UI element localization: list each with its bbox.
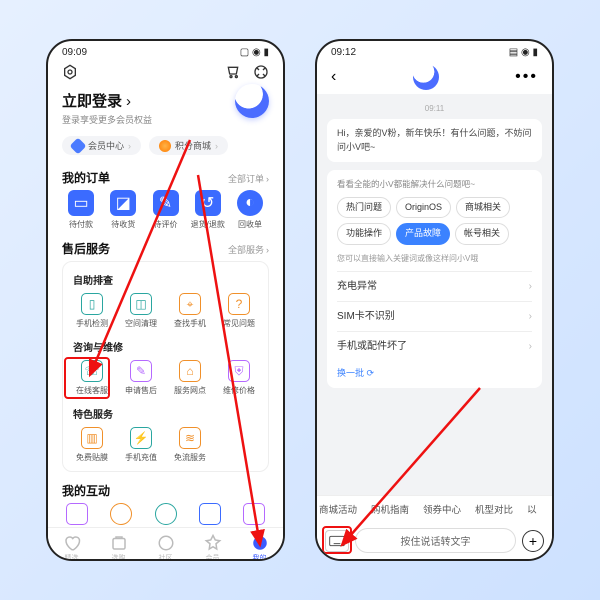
interact-2[interactable] xyxy=(110,503,132,525)
bottom-nav: 精选 选购 社区 会员 我的 xyxy=(48,527,283,561)
status-icons: ▤ ◉ ▮ xyxy=(509,47,538,58)
nav-member[interactable]: 会员 xyxy=(204,534,222,561)
tag-compare[interactable]: 机型对比 xyxy=(475,502,513,516)
phone-chat: 09:12 ▤ ◉ ▮ ‹ ••• 09:11 Hi，亲爱的V粉，新年快乐！有什… xyxy=(315,39,554,561)
tag-more[interactable]: 以 xyxy=(527,502,537,516)
orders-all[interactable]: 全部订单 xyxy=(228,172,269,185)
repair-price[interactable]: ⛨维修价格 xyxy=(220,360,258,396)
order-pay[interactable]: ▭待付款 xyxy=(62,190,100,230)
login-block[interactable]: 立即登录 登录享受更多会员权益 xyxy=(48,84,283,130)
hold-to-talk[interactable]: 按住说话转文字 xyxy=(355,528,516,553)
online-service[interactable]: ☏在线客服 xyxy=(73,360,111,396)
pill-member[interactable]: 会员中心› xyxy=(62,136,141,155)
more-icon[interactable]: ••• xyxy=(515,68,538,86)
self-detect[interactable]: ▯手机检测 xyxy=(73,293,111,329)
status-time: 09:09 xyxy=(62,47,87,58)
status-icons: ▢ ◉ ▮ xyxy=(240,47,269,58)
greeting-bubble: Hi，亲爱的V粉，新年快乐！有什么问题，不妨问问小V吧~ xyxy=(327,119,542,162)
support-icon[interactable] xyxy=(253,64,269,80)
avatar[interactable] xyxy=(235,84,269,118)
settings-icon[interactable] xyxy=(62,64,78,80)
nav-shop[interactable]: 选购 xyxy=(110,534,128,561)
interact-1[interactable] xyxy=(66,503,88,525)
filter-account[interactable]: 帐号相关 xyxy=(455,223,509,245)
quick-charge[interactable]: 充电异常 xyxy=(337,271,532,301)
order-review[interactable]: ✎待评价 xyxy=(147,190,185,230)
tag-activity[interactable]: 商城活动 xyxy=(319,502,357,516)
cart-icon[interactable] xyxy=(225,64,241,80)
phone-recharge[interactable]: ⚡手机充值 xyxy=(122,427,160,463)
bot-avatar xyxy=(413,64,439,90)
chat-area: 09:11 Hi，亲爱的V粉，新年快乐！有什么问题，不妨问问小V吧~ 看看全能的… xyxy=(317,94,552,495)
tag-guide[interactable]: 购机指南 xyxy=(371,502,409,516)
aftersale-card: 自助排查 ▯手机检测 ◫空间清理 ⌖查找手机 ?常见问题 咨询与维修 ☏在线客服… xyxy=(62,261,269,472)
status-time: 09:12 xyxy=(331,47,356,58)
filter-hot[interactable]: 热门问题 xyxy=(337,197,391,219)
free-film[interactable]: ▥免费贴膜 xyxy=(73,427,111,463)
apply-aftersale[interactable]: ✎申请售后 xyxy=(122,360,160,396)
back-icon[interactable]: ‹ xyxy=(331,68,336,86)
interact-title: 我的互动 xyxy=(62,482,110,499)
plus-icon[interactable]: + xyxy=(522,530,544,552)
order-receive[interactable]: ◪待收货 xyxy=(104,190,142,230)
filter-function[interactable]: 功能操作 xyxy=(337,223,391,245)
self-clean[interactable]: ◫空间清理 xyxy=(122,293,160,329)
pill-points[interactable]: 积分商城› xyxy=(149,136,228,155)
special-title: 特色服务 xyxy=(73,406,258,421)
interact-5[interactable] xyxy=(243,503,265,525)
service-points[interactable]: ⌂服务网点 xyxy=(171,360,209,396)
self-find[interactable]: ⌖查找手机 xyxy=(171,293,209,329)
nav-community[interactable]: 社区 xyxy=(157,534,175,561)
tag-coupon[interactable]: 领券中心 xyxy=(423,502,461,516)
quick-sim[interactable]: SIM卡不识别 xyxy=(337,301,532,331)
filter-hint: 看看全能的小V都能解决什么问题吧~ xyxy=(337,178,532,191)
input-bar: 按住说话转文字 + xyxy=(317,522,552,559)
orders-title: 我的订单 xyxy=(62,169,110,186)
quick-broken[interactable]: 手机或配件坏了 xyxy=(337,331,532,361)
order-refund[interactable]: ↺退货/退款 xyxy=(189,190,227,230)
order-recycle[interactable]: ◐回收单 xyxy=(231,190,269,230)
filter-originos[interactable]: OriginOS xyxy=(396,197,451,219)
status-bar: 09:09 ▢ ◉ ▮ xyxy=(48,41,283,60)
msg-timestamp: 09:11 xyxy=(327,104,542,113)
header xyxy=(48,60,283,84)
refresh-button[interactable]: 换一批 xyxy=(337,367,532,381)
self-faq[interactable]: ?常见问题 xyxy=(220,293,258,329)
consult-title: 咨询与维修 xyxy=(73,339,258,354)
nav-mine[interactable]: 我的 xyxy=(251,534,269,561)
filter-mall[interactable]: 商城相关 xyxy=(456,197,510,219)
filter-fault[interactable]: 产品故障 xyxy=(396,223,450,245)
interact-4[interactable] xyxy=(199,503,221,525)
aftersale-all[interactable]: 全部服务 xyxy=(228,243,269,256)
filter-bubble: 看看全能的小V都能解决什么问题吧~ 热门问题 OriginOS 商城相关 功能操… xyxy=(327,170,542,388)
status-bar: 09:12 ▤ ◉ ▮ xyxy=(317,41,552,60)
phone-account: 09:09 ▢ ◉ ▮ 立即登录 登录享受更多会员权益 会员中心› 积分商城› … xyxy=(46,39,285,561)
aftersale-title: 售后服务 xyxy=(62,240,110,257)
quick-hint: 您可以直接输入关键词或像这样问小V哦 xyxy=(337,253,532,265)
free-traffic[interactable]: ≋免流服务 xyxy=(171,427,209,463)
keyboard-icon[interactable] xyxy=(325,530,349,552)
self-check-title: 自助排查 xyxy=(73,272,258,287)
nav-featured[interactable]: 精选 xyxy=(63,534,81,561)
tag-bar: 商城活动 购机指南 领券中心 机型对比 以 xyxy=(317,495,552,522)
interact-3[interactable] xyxy=(155,503,177,525)
login-subtitle: 登录享受更多会员权益 xyxy=(62,113,269,126)
